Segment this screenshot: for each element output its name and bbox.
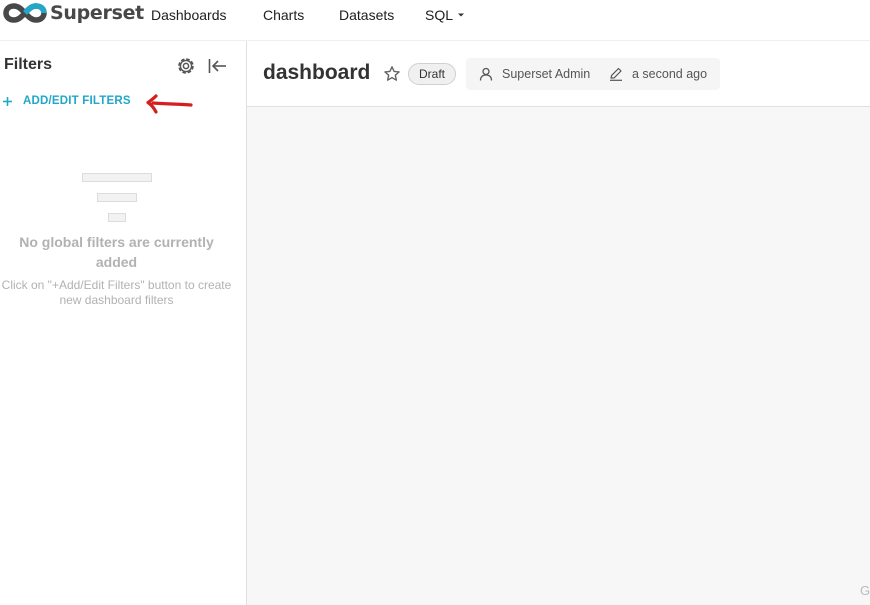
- last-modified: a second ago: [632, 67, 708, 81]
- caret-down-icon: [458, 13, 465, 17]
- nav-charts[interactable]: Charts: [263, 5, 304, 25]
- gear-icon[interactable]: [175, 55, 197, 77]
- nav-dashboards[interactable]: Dashboards: [151, 5, 227, 25]
- annotation-arrow-icon: [146, 94, 193, 114]
- metadata-bar: Superset Admin a second ago: [466, 58, 720, 90]
- nav-sql-dropdown[interactable]: SQL: [425, 5, 465, 25]
- empty-state-description: Click on "+Add/Edit Filters" button to c…: [1, 278, 232, 307]
- nav-datasets[interactable]: Datasets: [339, 5, 394, 25]
- plus-icon: [3, 96, 12, 106]
- dashboard-header: dashboard Draft Superset Admin a second …: [247, 41, 870, 107]
- status-badge[interactable]: Draft: [408, 63, 457, 85]
- add-edit-filters-button[interactable]: ADD/EDIT FILTERS: [2, 95, 131, 107]
- collapse-left-icon[interactable]: [207, 56, 228, 76]
- edit-pencil-icon: [610, 67, 622, 81]
- add-edit-filters-label: ADD/EDIT FILTERS: [23, 95, 131, 107]
- superset-logo-icon: [3, 3, 47, 23]
- filter-sidebar: Filters ADD/EDIT FILTERS No global filte…: [0, 41, 247, 605]
- owner-name: Superset Admin: [502, 67, 591, 81]
- brand-name: Superset: [50, 2, 144, 24]
- favorite-star-icon[interactable]: [383, 65, 401, 83]
- sidebar-title: Filters: [4, 56, 53, 73]
- empty-state-title: No global filters are currently added: [19, 234, 214, 270]
- corner-text: G: [860, 583, 870, 598]
- user-icon: [479, 67, 493, 81]
- empty-state-icon: [82, 173, 152, 222]
- top-navbar: Superset Dashboards Charts Datasets SQL: [0, 0, 870, 41]
- brand[interactable]: Superset: [3, 2, 144, 24]
- dashboard-area: dashboard Draft Superset Admin a second …: [247, 41, 870, 605]
- nav-sql-label: SQL: [425, 7, 454, 23]
- dashboard-title[interactable]: dashboard: [263, 61, 370, 85]
